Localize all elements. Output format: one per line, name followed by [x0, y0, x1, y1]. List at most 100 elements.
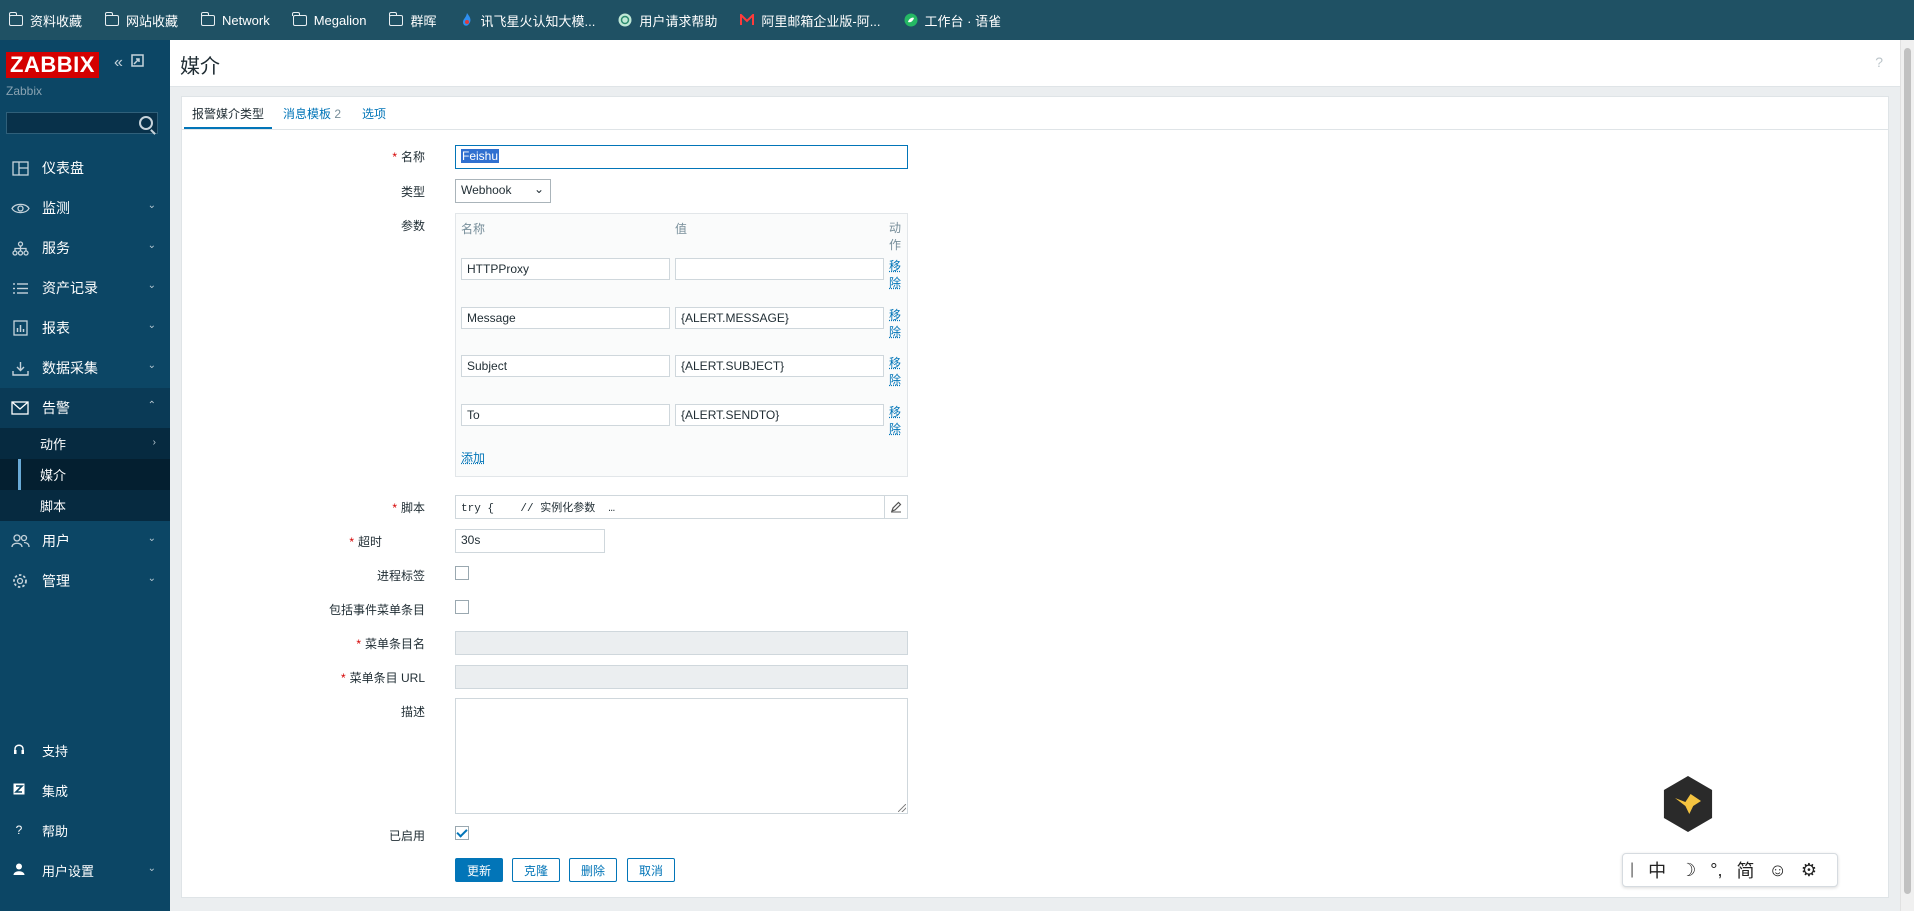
- nav-item-administration[interactable]: 管理 ⌄: [0, 561, 170, 601]
- nav-item-help[interactable]: ? 帮助: [0, 810, 170, 850]
- param-value-input[interactable]: {ALERT.MESSAGE}: [675, 307, 884, 329]
- bookmark-item[interactable]: 网站收藏: [104, 11, 178, 30]
- cancel-button[interactable]: 取消: [627, 858, 675, 882]
- timeout-input[interactable]: 30s: [455, 529, 605, 553]
- type-select[interactable]: Webhook ⌄: [455, 179, 551, 203]
- add-param-link[interactable]: 添加: [461, 449, 485, 466]
- type-label: 类型: [400, 185, 425, 199]
- sub-item-actions[interactable]: 动作 ›: [0, 428, 170, 459]
- description-label: 描述: [400, 705, 425, 719]
- enabled-label: 已启用: [388, 829, 425, 843]
- nav-item-user-settings[interactable]: 用户设置 ⌄: [0, 850, 170, 890]
- nav-item-reports[interactable]: 报表 ⌄: [0, 308, 170, 348]
- param-remove-link[interactable]: 移除: [889, 307, 903, 341]
- main-nav: 仪表盘 监测 ⌄ 服务 ⌄ 资产记录 ⌄ 报表 ⌄ 数据采集 ⌄ 告警 ⌃ 动作…: [0, 148, 170, 601]
- tab-bar: 报警媒介类型 消息模板 2 选项: [182, 97, 1888, 130]
- eye-icon: [10, 199, 30, 217]
- bookmark-item[interactable]: 群晖: [388, 11, 437, 30]
- param-value-input[interactable]: {ALERT.SUBJECT}: [675, 355, 884, 377]
- param-remove-link[interactable]: 移除: [889, 404, 903, 438]
- param-remove-link[interactable]: 移除: [889, 355, 903, 389]
- sidebar-controls: «: [114, 54, 144, 72]
- chevron-down-icon: ⌄: [533, 182, 544, 196]
- process-tags-label: 进程标签: [376, 569, 425, 583]
- tab-media-type[interactable]: 报警媒介类型: [183, 105, 273, 129]
- ime-script-toggle[interactable]: 简: [1737, 857, 1755, 883]
- script-input[interactable]: try { // 实例化参数 …: [455, 495, 908, 519]
- menu-entry-url-input[interactable]: [455, 665, 908, 689]
- param-name-input[interactable]: Subject: [461, 355, 670, 377]
- chevron-up-icon: ⌃: [147, 400, 156, 411]
- emoji-icon[interactable]: ☺: [1769, 860, 1787, 881]
- nav-item-inventory[interactable]: 资产记录 ⌄: [0, 268, 170, 308]
- nav-item-support[interactable]: 支持: [0, 730, 170, 770]
- pencil-icon: [891, 501, 902, 513]
- resize-handle-icon[interactable]: [898, 804, 906, 812]
- params-label: 参数: [400, 219, 425, 233]
- bookmark-item[interactable]: 用户请求帮助: [617, 11, 717, 30]
- folder-icon: [388, 11, 404, 27]
- ime-grip-icon[interactable]: |: [1630, 861, 1634, 879]
- sub-item-scripts[interactable]: 脚本: [0, 490, 170, 521]
- nav-item-alerts[interactable]: 告警 ⌃: [0, 388, 170, 428]
- moon-icon[interactable]: ☽: [1680, 860, 1696, 881]
- param-name-input[interactable]: To: [461, 404, 670, 426]
- menu-entry-name-input[interactable]: [455, 631, 908, 655]
- update-button[interactable]: 更新: [455, 858, 503, 882]
- tab-message-templates[interactable]: 消息模板 2: [283, 105, 341, 122]
- scrollbar-thumb[interactable]: [1904, 48, 1911, 894]
- headset-icon: [12, 743, 26, 758]
- dashboard-icon: [10, 159, 30, 177]
- name-input[interactable]: Feishu: [455, 145, 908, 169]
- nav-item-monitoring[interactable]: 监测 ⌄: [0, 188, 170, 228]
- menu-entry-url-label: * 菜单条目 URL: [340, 671, 425, 685]
- bookmark-item[interactable]: 工作台 · 语雀: [903, 11, 1001, 30]
- report-icon: [10, 319, 30, 337]
- description-textarea[interactable]: [455, 698, 908, 814]
- sidebar-search-input[interactable]: [6, 112, 158, 134]
- bookmark-item[interactable]: 资料收藏: [8, 11, 82, 30]
- delete-button[interactable]: 删除: [569, 858, 617, 882]
- alerts-submenu: 动作 › 媒介 脚本: [0, 428, 170, 521]
- ime-punctuation-toggle[interactable]: °,: [1710, 860, 1722, 881]
- chevron-down-icon: ⌄: [147, 280, 156, 291]
- ime-mode-toggle[interactable]: 中: [1648, 857, 1666, 883]
- process-tags-checkbox[interactable]: [455, 566, 469, 580]
- bookmark-item[interactable]: Megalion: [292, 11, 366, 28]
- edit-script-button[interactable]: [884, 496, 907, 518]
- page-scrollbar[interactable]: [1900, 40, 1914, 911]
- nav-item-services[interactable]: 服务 ⌄: [0, 228, 170, 268]
- bookmark-item[interactable]: 讯飞星火认知大模...: [459, 11, 595, 30]
- zabbix-logo[interactable]: ZABBIX: [6, 52, 99, 78]
- param-value-input[interactable]: [675, 258, 884, 280]
- menu-entry-name-label: * 菜单条目名: [356, 637, 425, 651]
- help-icon[interactable]: ?: [1875, 54, 1883, 70]
- param-remove-link[interactable]: 移除: [889, 258, 903, 292]
- params-header-name: 名称: [461, 222, 486, 236]
- param-name-input[interactable]: Message: [461, 307, 670, 329]
- nav-item-users[interactable]: 用户 ⌄: [0, 521, 170, 561]
- include-menu-entry-label: 包括事件菜单条目: [328, 603, 425, 617]
- nav-item-data-collection[interactable]: 数据采集 ⌄: [0, 348, 170, 388]
- param-value-input[interactable]: {ALERT.SENDTO}: [675, 404, 884, 426]
- nav-item-integrations[interactable]: 集成: [0, 770, 170, 810]
- bookmark-item[interactable]: Network: [200, 11, 270, 28]
- enabled-checkbox[interactable]: [455, 826, 469, 840]
- clone-button[interactable]: 克隆: [512, 858, 560, 882]
- tab-options[interactable]: 选项: [362, 105, 386, 122]
- chevron-down-icon: ⌄: [147, 533, 156, 544]
- search-icon[interactable]: [139, 116, 153, 130]
- kiosk-mode-icon[interactable]: [131, 54, 144, 72]
- chevron-down-icon: ⌄: [147, 240, 156, 251]
- collapse-sidebar-icon[interactable]: «: [114, 54, 123, 72]
- param-name-input[interactable]: HTTPProxy: [461, 258, 670, 280]
- nav-item-dashboard[interactable]: 仪表盘: [0, 148, 170, 188]
- folder-icon: [104, 11, 120, 27]
- bookmark-item[interactable]: 阿里邮箱企业版-阿...: [739, 11, 881, 30]
- ime-settings-icon[interactable]: ⚙: [1801, 860, 1817, 881]
- mail-logo-icon: [739, 14, 755, 27]
- sub-item-media-types[interactable]: 媒介: [0, 459, 170, 490]
- ime-toolbar: | 中 ☽ °, 简 ☺ ⚙: [1622, 853, 1838, 887]
- user-icon: [12, 863, 26, 878]
- include-menu-entry-checkbox[interactable]: [455, 600, 469, 614]
